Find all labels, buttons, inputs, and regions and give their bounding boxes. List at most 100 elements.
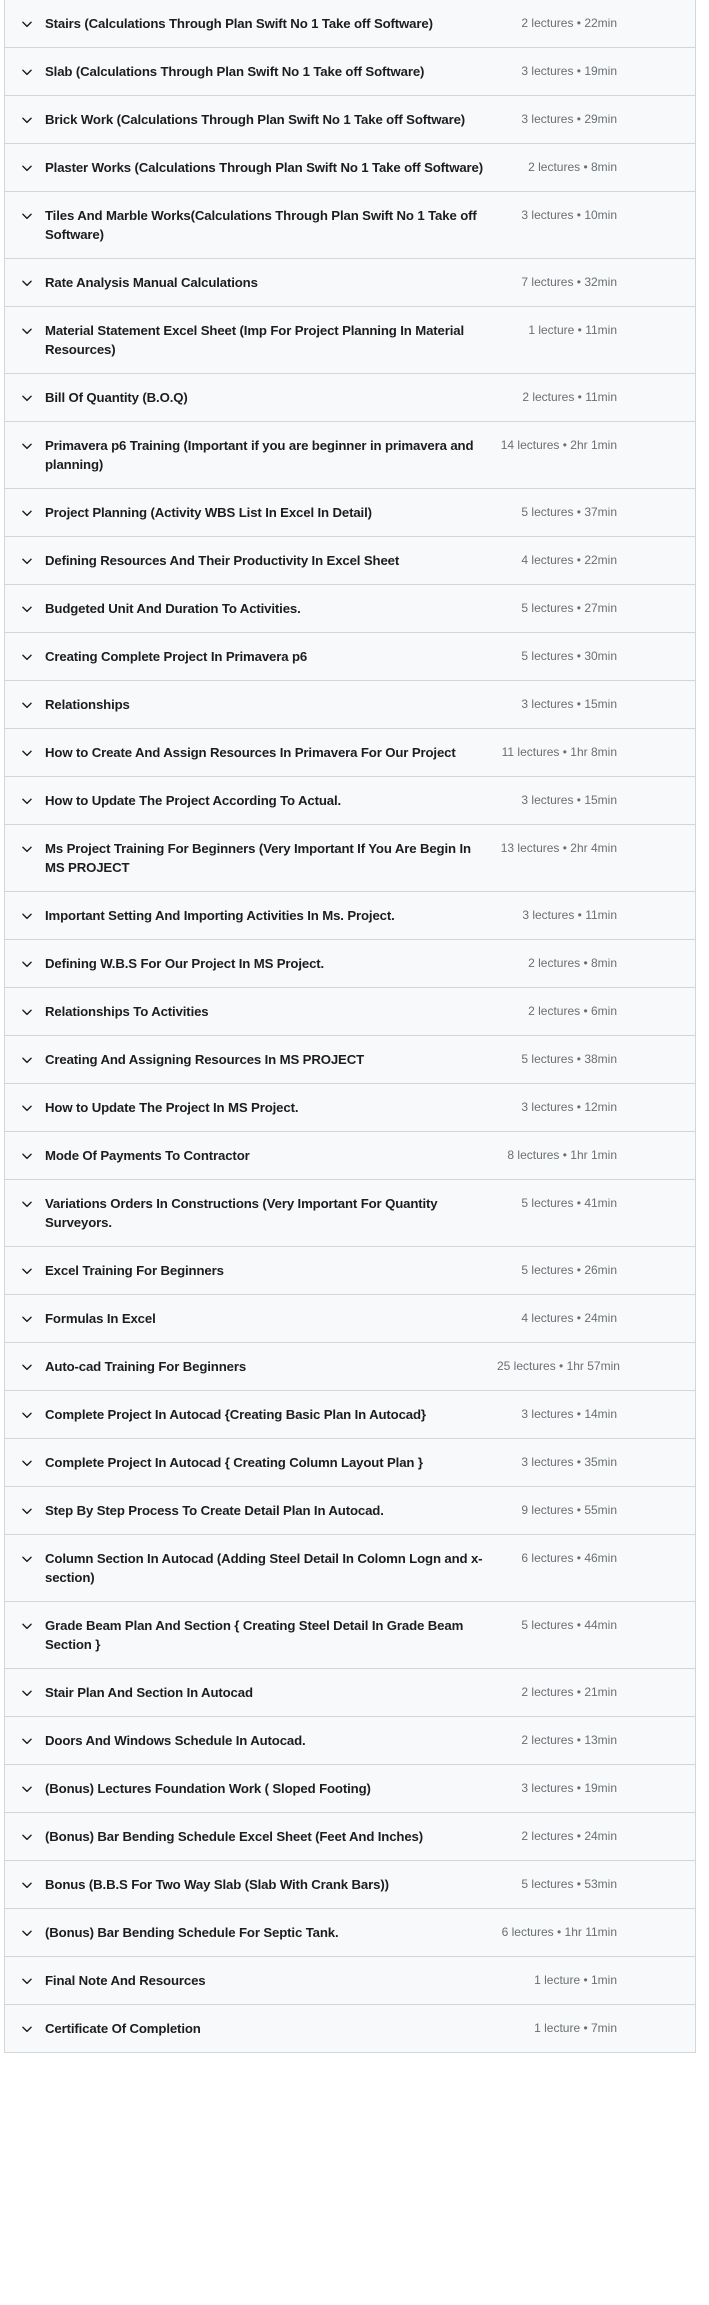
curriculum-section-row[interactable]: Project Planning (Activity WBS List In E… [5,489,695,537]
chevron-down-icon[interactable] [19,1875,35,1893]
curriculum-section-row[interactable]: Complete Project In Autocad { Creating C… [5,1439,695,1487]
chevron-down-icon[interactable] [19,1405,35,1423]
chevron-down-icon[interactable] [19,1971,35,1989]
chevron-down-icon[interactable] [19,1146,35,1164]
chevron-down-icon[interactable] [19,273,35,291]
curriculum-section-row[interactable]: How to Update The Project In MS Project.… [5,1084,695,1132]
section-title: Step By Step Process To Create Detail Pl… [45,1503,384,1518]
curriculum-section-row[interactable]: Doors And Windows Schedule In Autocad. 2 … [5,1717,695,1765]
curriculum-section-row[interactable]: Excel Training For Beginners 5 lectures •… [5,1247,695,1295]
chevron-down-icon[interactable] [19,1261,35,1279]
curriculum-section-row[interactable]: Complete Project In Autocad {Creating Ba… [5,1391,695,1439]
chevron-down-icon[interactable] [19,1731,35,1749]
curriculum-section-row[interactable]: Rate Analysis Manual Calculations 7 lectu… [5,259,695,307]
chevron-down-icon[interactable] [19,158,35,176]
chevron-down-icon[interactable] [19,1616,35,1634]
chevron-down-icon[interactable] [19,1098,35,1116]
section-title: (Bonus) Lectures Foundation Work ( Slope… [45,1781,371,1796]
curriculum-section-row[interactable]: (Bonus) Bar Bending Schedule Excel Sheet… [5,1813,695,1861]
section-title: Complete Project In Autocad {Creating Ba… [45,1407,426,1422]
chevron-down-icon[interactable] [19,1453,35,1471]
curriculum-section-row[interactable]: Ms Project Training For Beginners (Very … [5,825,695,892]
chevron-down-icon[interactable] [19,954,35,972]
chevron-down-icon[interactable] [19,1309,35,1327]
chevron-down-icon[interactable] [19,503,35,521]
curriculum-section-row[interactable]: Certificate Of Completion 1 lecture • 7mi… [5,2005,695,2053]
chevron-down-icon[interactable] [19,1357,35,1375]
curriculum-section-row[interactable]: Material Statement Excel Sheet (Imp For … [5,307,695,374]
curriculum-section-row[interactable]: Mode Of Payments To Contractor 8 lectures… [5,1132,695,1180]
chevron-down-icon[interactable] [19,1923,35,1941]
chevron-down-icon[interactable] [19,839,35,857]
section-meta: 1 lecture • 1min [534,1973,617,1987]
chevron-down-icon[interactable] [19,206,35,224]
chevron-down-icon[interactable] [19,436,35,454]
curriculum-section-row[interactable]: Relationships To Activities 2 lectures • … [5,988,695,1036]
chevron-down-icon[interactable] [19,743,35,761]
curriculum-section-row[interactable]: Tiles And Marble Works(Calculations Thro… [5,192,695,259]
curriculum-section-row[interactable]: Relationships 3 lectures • 15min [5,681,695,729]
section-title: Primavera p6 Training (Important if you … [45,438,474,472]
chevron-down-icon[interactable] [19,110,35,128]
section-title: Budgeted Unit And Duration To Activities… [45,601,301,616]
curriculum-section-row[interactable]: Bonus (B.B.S For Two Way Slab (Slab With… [5,1861,695,1909]
curriculum-section-row[interactable]: Formulas In Excel 4 lectures • 24min [5,1295,695,1343]
section-meta: 4 lectures • 24min [521,1311,617,1325]
chevron-down-icon[interactable] [19,62,35,80]
chevron-down-icon[interactable] [19,2019,35,2037]
section-title: Creating And Assigning Resources In MS P… [45,1052,365,1067]
chevron-down-icon[interactable] [19,1002,35,1020]
section-meta: 3 lectures • 19min [521,1781,617,1795]
chevron-down-icon[interactable] [19,321,35,339]
curriculum-section-row[interactable]: How to Create And Assign Resources In Pr… [5,729,695,777]
curriculum-section-row[interactable]: Budgeted Unit And Duration To Activities… [5,585,695,633]
curriculum-section-row[interactable]: Defining Resources And Their Productivit… [5,537,695,585]
curriculum-section-row[interactable]: (Bonus) Bar Bending Schedule For Septic … [5,1909,695,1957]
chevron-down-icon[interactable] [19,1683,35,1701]
curriculum-section-row[interactable]: (Bonus) Lectures Foundation Work ( Slope… [5,1765,695,1813]
section-meta: 1 lecture • 11min [528,323,617,337]
curriculum-section-row[interactable]: Grade Beam Plan And Section { Creating S… [5,1602,695,1669]
chevron-down-icon[interactable] [19,1501,35,1519]
section-meta: 3 lectures • 29min [521,112,617,126]
curriculum-section-row[interactable]: Brick Work (Calculations Through Plan Sw… [5,96,695,144]
chevron-down-icon[interactable] [19,1779,35,1797]
chevron-down-icon[interactable] [19,599,35,617]
chevron-down-icon[interactable] [19,14,35,32]
curriculum-section-row[interactable]: Column Section In Autocad (Adding Steel … [5,1535,695,1602]
curriculum-section-row[interactable]: Primavera p6 Training (Important if you … [5,422,695,489]
chevron-down-icon[interactable] [19,1549,35,1567]
curriculum-section-row[interactable]: Step By Step Process To Create Detail Pl… [5,1487,695,1535]
curriculum-section-row[interactable]: Creating Complete Project In Primavera p… [5,633,695,681]
chevron-down-icon[interactable] [19,906,35,924]
section-meta: 3 lectures • 12min [521,1100,617,1114]
curriculum-section-row[interactable]: How to Update The Project According To A… [5,777,695,825]
curriculum-section-row[interactable]: Creating And Assigning Resources In MS P… [5,1036,695,1084]
section-title: Slab (Calculations Through Plan Swift No… [45,64,425,79]
curriculum-section-row[interactable]: Plaster Works (Calculations Through Plan… [5,144,695,192]
chevron-down-icon[interactable] [19,647,35,665]
curriculum-section-row[interactable]: Stair Plan And Section In Autocad 2 lectu… [5,1669,695,1717]
curriculum-section-row[interactable]: Final Note And Resources 1 lecture • 1min [5,1957,695,2005]
curriculum-section-row[interactable]: Important Setting And Importing Activiti… [5,892,695,940]
chevron-down-icon[interactable] [19,1050,35,1068]
chevron-down-icon[interactable] [19,1827,35,1845]
section-title: Bill Of Quantity (B.O.Q) [45,390,188,405]
chevron-down-icon[interactable] [19,551,35,569]
curriculum-section-row[interactable]: Defining W.B.S For Our Project In MS Pro… [5,940,695,988]
curriculum-section-row[interactable]: Auto-cad Training For Beginners 25 lectur… [5,1343,695,1391]
section-meta: 2 lectures • 8min [528,956,617,970]
section-title: How to Create And Assign Resources In Pr… [45,745,456,760]
section-meta: 2 lectures • 24min [521,1829,617,1843]
chevron-down-icon[interactable] [19,388,35,406]
chevron-down-icon[interactable] [19,695,35,713]
section-meta: 11 lectures • 1hr 8min [501,745,617,759]
section-meta: 25 lectures • 1hr 57min [497,1359,620,1373]
curriculum-section-row[interactable]: Slab (Calculations Through Plan Swift No… [5,48,695,96]
chevron-down-icon[interactable] [19,791,35,809]
chevron-down-icon[interactable] [19,1194,35,1212]
curriculum-section-row[interactable]: Variations Orders In Constructions (Very… [5,1180,695,1247]
curriculum-section-row[interactable]: Stairs (Calculations Through Plan Swift … [5,0,695,48]
section-title: How to Update The Project According To A… [45,793,342,808]
curriculum-section-row[interactable]: Bill Of Quantity (B.O.Q) 2 lectures • 11m… [5,374,695,422]
